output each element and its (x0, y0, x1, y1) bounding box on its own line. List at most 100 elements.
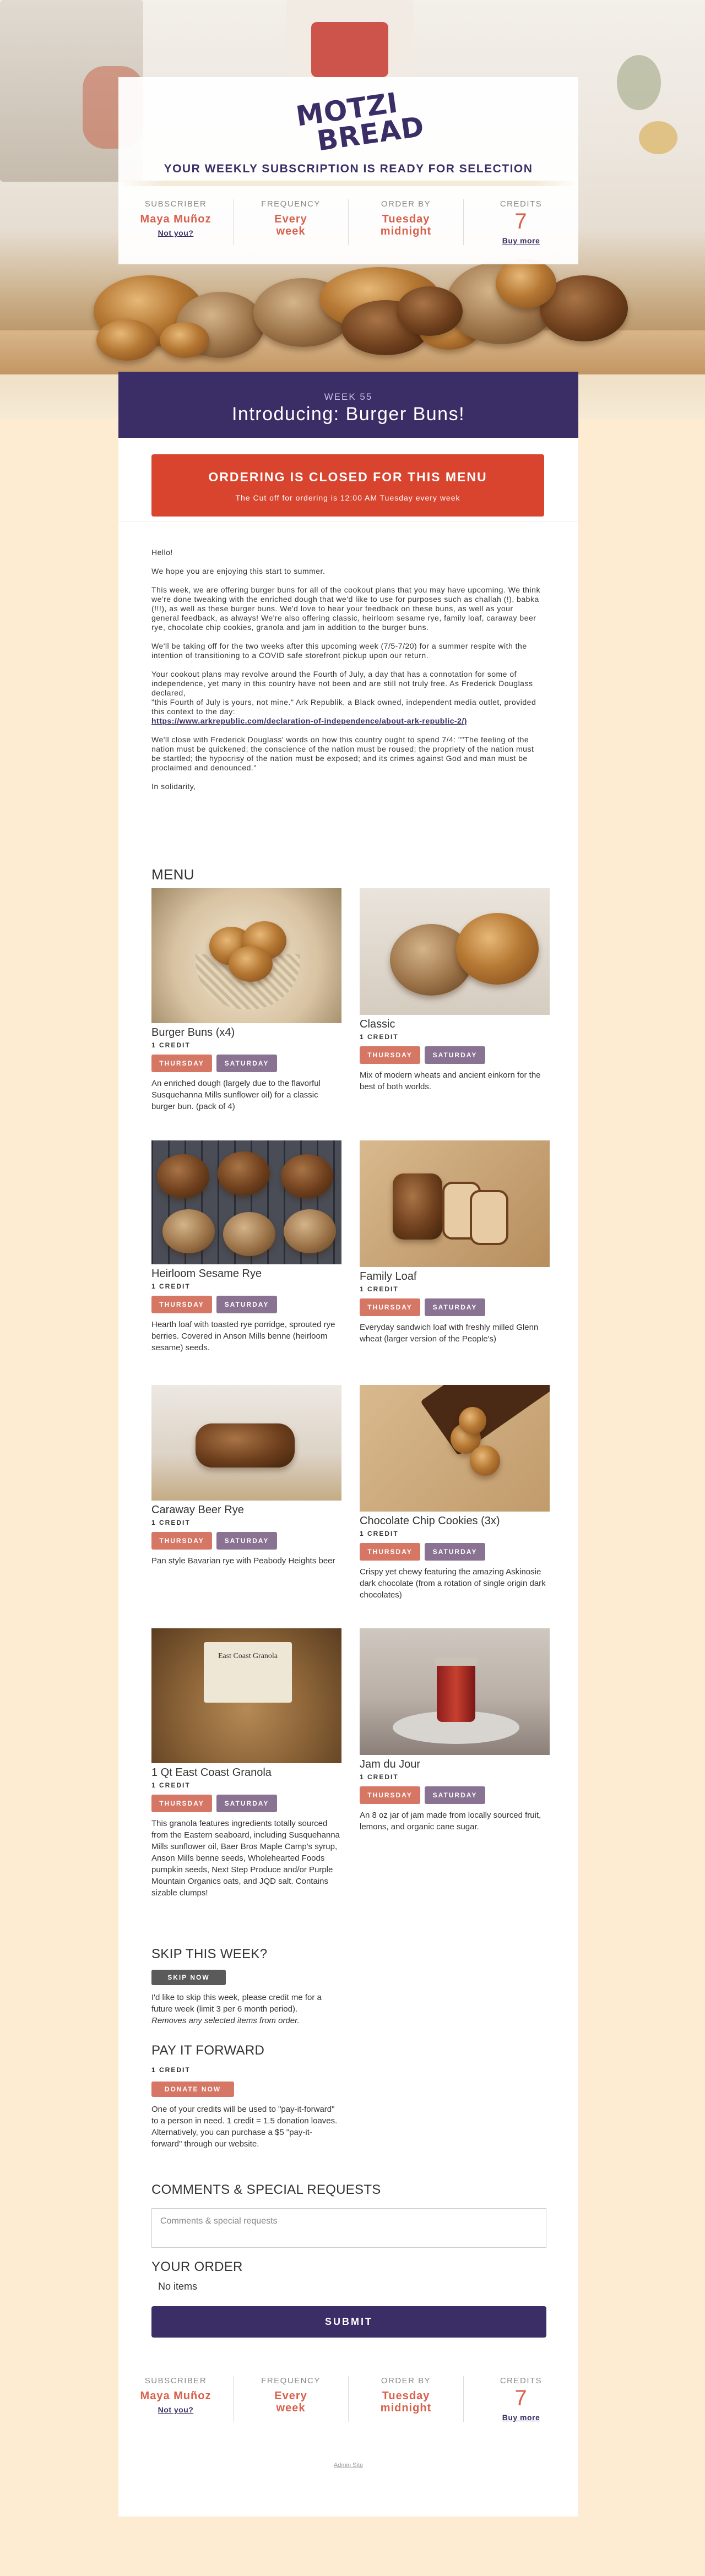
comments-textarea[interactable] (151, 2208, 546, 2248)
motzi-bread-logo: MOTZI BREAD (284, 86, 426, 157)
skip-text-block: I'd like to skip this week, please credi… (151, 1992, 341, 2026)
item-credits: 1 CREDIT (360, 1773, 399, 1781)
saturday-button[interactable]: SATURDAY (425, 1786, 485, 1804)
menu-heading: MENU (151, 866, 194, 883)
comments-heading: COMMENTS & SPECIAL REQUESTS (151, 2182, 381, 2197)
letter-paragraph-douglass: Your cookout plans may revolve around th… (151, 670, 543, 726)
item-credits: 1 CREDIT (151, 1041, 191, 1049)
thursday-button[interactable]: THURSDAY (151, 1795, 212, 1812)
letter-text: "this Fourth of July is yours, not mine.… (151, 698, 536, 716)
order-by-value-line1: Tuesday (382, 2390, 430, 2402)
cookies-photo (360, 1385, 550, 1512)
item-description: Pan style Bavarian rye with Peabody Heig… (151, 1556, 335, 1566)
ordering-closed-subtext: The Cut off for ordering is 12:00 AM Tue… (235, 493, 460, 502)
subscriber-name: Maya Muñoz (140, 213, 212, 225)
granola-bag-label: East Coast Granola (218, 1652, 278, 1660)
classic-photo (360, 888, 550, 1015)
item-description: This granola features ingredients totall… (151, 1819, 340, 1898)
loaf-shape (196, 1423, 295, 1468)
saturday-button[interactable]: SATURDAY (216, 1532, 277, 1550)
order-empty-text: No items (158, 2281, 198, 2292)
ordering-closed-notice: ORDERING IS CLOSED FOR THIS MENU The Cut… (151, 454, 544, 517)
skip-heading: SKIP THIS WEEK? (151, 1947, 268, 1961)
saturday-button[interactable]: SATURDAY (425, 1046, 485, 1064)
menu-item-burger-buns: Burger Buns (x4) 1 CREDIT THURSDAY SATUR… (151, 888, 341, 1112)
frequency-column: FREQUENCY Every week (233, 199, 348, 245)
thursday-button[interactable]: THURSDAY (151, 1532, 212, 1550)
item-description: An 8 oz jar of jam made from locally sou… (360, 1811, 541, 1832)
skip-now-button[interactable]: SKIP NOW (151, 1970, 226, 1985)
item-name: 1 Qt East Coast Granola (151, 1767, 272, 1779)
frequency-value-line2: week (276, 2402, 306, 2414)
frequency-column: FREQUENCY Every week (233, 2376, 348, 2422)
tagline-underline (118, 181, 578, 186)
submit-button[interactable]: SUBMIT (151, 2306, 546, 2338)
saturday-button[interactable]: SATURDAY (216, 1055, 277, 1072)
item-description: Crispy yet chewy featuring the amazing A… (360, 1567, 546, 1600)
frequency-value-line1: Every (274, 213, 307, 225)
loaf-shape (218, 1151, 270, 1195)
thursday-button[interactable]: THURSDAY (360, 1046, 420, 1064)
hero-bread-10 (397, 286, 463, 336)
skip-text: I'd like to skip this week, please credi… (151, 1993, 322, 2014)
caraway-rye-photo (151, 1385, 341, 1501)
order-by-column: ORDER BY Tuesday midnight (348, 2376, 463, 2422)
saturday-button[interactable]: SATURDAY (216, 1795, 277, 1812)
item-credits: 1 CREDIT (360, 1285, 399, 1293)
thursday-button[interactable]: THURSDAY (360, 1543, 420, 1561)
weekly-letter: Hello! We hope you are enjoying this sta… (151, 548, 543, 801)
buy-more-link[interactable]: Buy more (464, 2413, 578, 2422)
item-name: Classic (360, 1018, 395, 1030)
jam-photo (360, 1628, 550, 1755)
item-name: Heirloom Sesame Rye (151, 1268, 262, 1280)
admin-site-link[interactable]: Admin Site (118, 2462, 578, 2469)
subscriber-label: SUBSCRIBER (144, 199, 207, 209)
item-description: Mix of modern wheats and ancient einkorn… (360, 1070, 541, 1091)
week-title: Introducing: Burger Buns! (231, 404, 465, 425)
item-name: Jam du Jour (360, 1758, 421, 1770)
order-by-value-line2: midnight (380, 2402, 432, 2414)
donate-now-button[interactable]: DONATE NOW (151, 2082, 234, 2097)
hero-bread-4 (160, 322, 209, 358)
order-by-label: ORDER BY (381, 2376, 431, 2385)
your-order-heading: YOUR ORDER (151, 2259, 243, 2274)
week-number: WEEK 55 (324, 392, 373, 402)
burger-buns-photo (151, 888, 341, 1023)
pay-it-forward-text: One of your credits will be used to "pay… (151, 2105, 338, 2149)
slice-shape (470, 1190, 508, 1245)
pay-it-forward-credits: 1 CREDIT (151, 2066, 191, 2074)
letter-paragraph: This week, we are offering burger buns f… (151, 585, 540, 632)
credits-column: CREDITS 7 Buy more (463, 2376, 578, 2422)
item-credits: 1 CREDIT (151, 1519, 191, 1526)
hero-bread-12 (496, 259, 556, 308)
section-divider (118, 521, 578, 522)
saturday-button[interactable]: SATURDAY (425, 1543, 485, 1561)
menu-item-family-loaf: Family Loaf 1 CREDIT THURSDAY SATURDAY E… (360, 1140, 550, 1345)
item-description: An enriched dough (largely due to the fl… (151, 1079, 321, 1111)
thursday-button[interactable]: THURSDAY (151, 1296, 212, 1313)
thursday-button[interactable]: THURSDAY (360, 1786, 420, 1804)
frequency-label: FREQUENCY (261, 2376, 321, 2385)
saturday-button[interactable]: SATURDAY (425, 1298, 485, 1316)
saturday-button[interactable]: SATURDAY (216, 1296, 277, 1313)
loaf-shape (162, 1209, 215, 1253)
credits-label: CREDITS (500, 2376, 543, 2385)
ark-republic-link[interactable]: https://www.arkrepublic.com/declaration-… (151, 716, 467, 725)
thursday-button[interactable]: THURSDAY (151, 1055, 212, 1072)
pay-it-forward-heading: PAY IT FORWARD (151, 2043, 265, 2058)
buy-more-link[interactable]: Buy more (464, 236, 578, 245)
thursday-button[interactable]: THURSDAY (360, 1298, 420, 1316)
letter-text: Your cookout plans may revolve around th… (151, 670, 533, 697)
hero-plant (617, 55, 661, 110)
item-name: Family Loaf (360, 1270, 417, 1282)
hero-flowers (639, 121, 677, 154)
loaf-slice-shape (393, 1173, 442, 1240)
loaf-shape (157, 1154, 209, 1198)
bottom-summary-row: SUBSCRIBER Maya Muñoz Not you? FREQUENCY… (118, 2376, 578, 2422)
subscriber-label: SUBSCRIBER (144, 2376, 207, 2385)
subscriber-column: SUBSCRIBER Maya Muñoz Not you? (118, 2376, 233, 2422)
not-you-link[interactable]: Not you? (118, 2405, 233, 2414)
not-you-link[interactable]: Not you? (118, 229, 233, 237)
skip-note: Removes any selected items from order. (151, 2016, 300, 2025)
letter-paragraph: We'll close with Frederick Douglass' wor… (151, 735, 534, 772)
